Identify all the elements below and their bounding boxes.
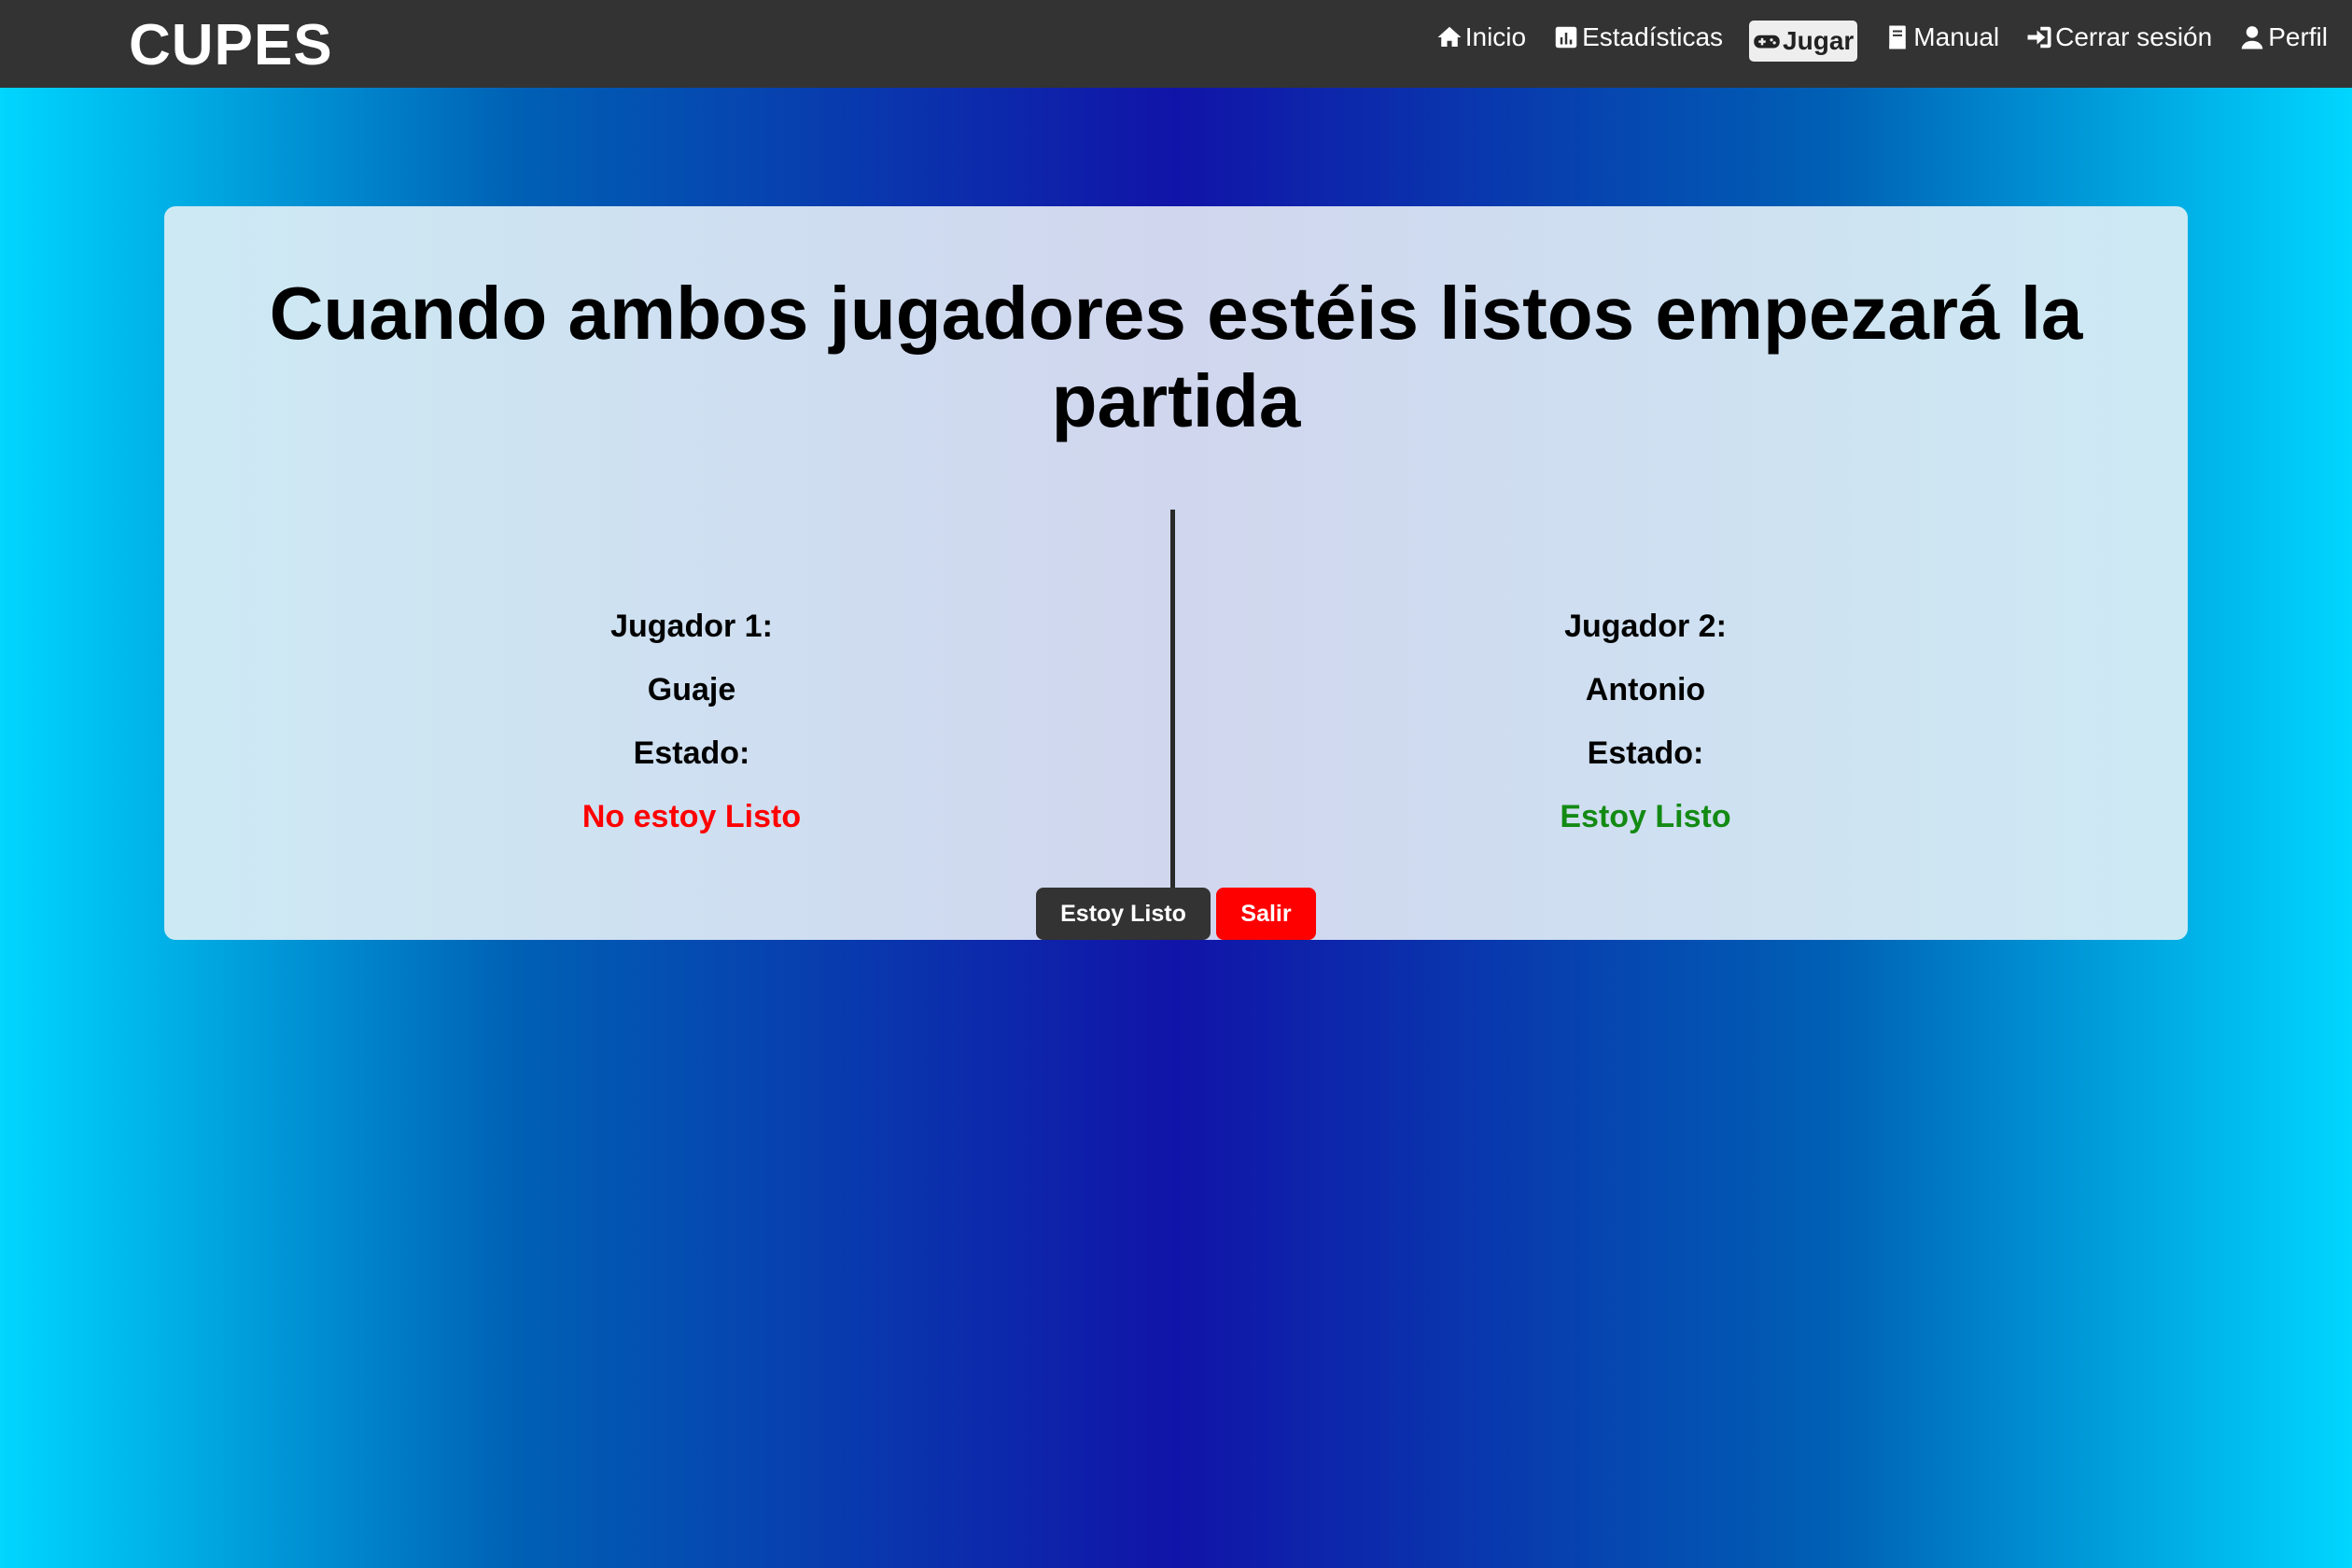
- state-label: Estado:: [1587, 735, 1704, 771]
- nav-item-label: Perfil: [2268, 22, 2328, 51]
- user-icon: [2241, 26, 2263, 49]
- brand-logo[interactable]: CUPES: [129, 13, 333, 78]
- nav-item-label: Inicio: [1464, 22, 1527, 51]
- ready-button[interactable]: Estoy Listo: [1036, 888, 1211, 940]
- nav-item-manual[interactable]: Manual: [1883, 19, 1999, 56]
- nav-menu: Inicio Estadísticas Jugar Manual Cerrar …: [1409, 17, 2328, 62]
- status-text: Estoy Listo: [1560, 799, 1731, 834]
- home-icon: [1437, 26, 1462, 47]
- player-heading: Jugador 1:: [610, 609, 773, 644]
- nav-item-jugar[interactable]: Jugar: [1749, 21, 1858, 62]
- state-label: Estado:: [633, 735, 750, 771]
- player-1-panel: Jugador 1: Guaje Estado: No estoy Listo: [412, 595, 972, 848]
- lobby-card: Cuando ambos jugadores estéis listos emp…: [164, 206, 2188, 940]
- exit-button[interactable]: Salir: [1216, 888, 1316, 940]
- nav-item-cerrar-sesion[interactable]: Cerrar sesión: [2025, 19, 2212, 56]
- top-navbar: CUPES Inicio Estadísticas Jugar Manual C…: [0, 0, 2352, 88]
- player-heading: Jugador 2:: [1564, 609, 1727, 644]
- nav-item-label: Manual: [1913, 22, 2000, 51]
- gamepad-icon: [1754, 35, 1780, 49]
- status-text: No estoy Listo: [581, 799, 802, 834]
- logout-icon: [2027, 26, 2051, 49]
- player-divider: [1170, 510, 1175, 890]
- nav-item-perfil[interactable]: Perfil: [2238, 19, 2328, 56]
- page-title: Cuando ambos jugadores estéis listos emp…: [269, 272, 2083, 442]
- nav-item-estadisticas[interactable]: Estadísticas: [1552, 19, 1723, 56]
- nav-item-label: Estadísticas: [1582, 22, 1724, 51]
- book-icon: [1889, 25, 1907, 49]
- nav-item-inicio[interactable]: Inicio: [1435, 19, 1526, 56]
- chart-icon: [1555, 26, 1577, 49]
- player-name: Antonio: [1585, 672, 1706, 707]
- player-2-panel: Jugador 2: Antonio Estado: Estoy Listo: [1365, 595, 1925, 848]
- player-name: Guaje: [647, 672, 736, 707]
- nav-item-label: Cerrar sesión: [2055, 22, 2213, 51]
- nav-item-label: Jugar: [1783, 26, 1855, 55]
